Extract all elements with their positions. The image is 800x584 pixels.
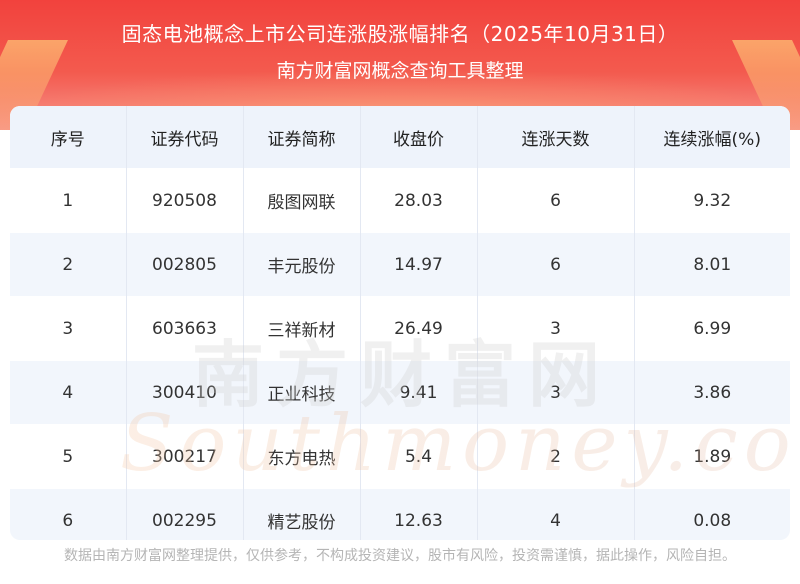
table-row: 6 002295 精艺股份 12.63 4 0.08 [10, 488, 790, 540]
column-header-close: 收盘价 [360, 106, 478, 169]
cell-close: 5.4 [360, 424, 478, 489]
cell-days: 2 [477, 424, 635, 489]
cell-name: 东方电热 [243, 424, 361, 489]
table-row: 2 002805 丰元股份 14.97 6 8.01 [10, 232, 790, 297]
cell-name: 殷图网联 [243, 168, 361, 233]
page: 固态电池概念上市公司连涨股涨幅排名（2025年10月31日） 南方财富网概念查询… [0, 0, 800, 584]
cell-code: 002295 [126, 488, 244, 540]
column-header-code: 证券代码 [126, 106, 244, 169]
cell-code: 002805 [126, 232, 244, 297]
page-title: 固态电池概念上市公司连涨股涨幅排名（2025年10月31日） [121, 22, 679, 46]
table-row: 3 603663 三祥新材 26.49 3 6.99 [10, 296, 790, 361]
cell-name: 精艺股份 [243, 488, 361, 540]
cell-gain: 8.01 [634, 232, 790, 297]
cell-close: 26.49 [360, 296, 478, 361]
column-header-rank: 序号 [10, 106, 127, 169]
column-header-days: 连涨天数 [477, 106, 635, 169]
cell-days: 4 [477, 488, 635, 540]
cell-name: 正业科技 [243, 360, 361, 425]
cell-code: 300217 [126, 424, 244, 489]
cell-close: 28.03 [360, 168, 478, 233]
cell-rank: 1 [10, 168, 127, 233]
ranking-table: 序号 证券代码 证券简称 收盘价 连涨天数 连续涨幅(%) 1 920508 殷… [10, 106, 790, 540]
cell-rank: 6 [10, 488, 127, 540]
column-header-name: 证券简称 [243, 106, 361, 169]
column-header-gain: 连续涨幅(%) [634, 106, 790, 169]
footer-disclaimer: 数据由南方财富网整理提供，仅供参考，不构成投资建议，股市有风险，投资需谨慎，据此… [64, 548, 736, 564]
cell-gain: 9.32 [634, 168, 790, 233]
cell-gain: 1.89 [634, 424, 790, 489]
page-subtitle: 南方财富网概念查询工具整理 [276, 60, 524, 82]
cell-code: 603663 [126, 296, 244, 361]
cell-name: 丰元股份 [243, 232, 361, 297]
table-row: 1 920508 殷图网联 28.03 6 9.32 [10, 168, 790, 233]
ranking-table-card: 序号 证券代码 证券简称 收盘价 连涨天数 连续涨幅(%) 1 920508 殷… [10, 106, 790, 540]
cell-code: 920508 [126, 168, 244, 233]
cell-close: 14.97 [360, 232, 478, 297]
cell-rank: 5 [10, 424, 127, 489]
cell-days: 3 [477, 296, 635, 361]
table-row: 4 300410 正业科技 9.41 3 3.86 [10, 360, 790, 425]
cell-close: 9.41 [360, 360, 478, 425]
cell-days: 3 [477, 360, 635, 425]
cell-rank: 4 [10, 360, 127, 425]
cell-gain: 0.08 [634, 488, 790, 540]
cell-gain: 6.99 [634, 296, 790, 361]
cell-name: 三祥新材 [243, 296, 361, 361]
cell-gain: 3.86 [634, 360, 790, 425]
cell-rank: 2 [10, 232, 127, 297]
cell-rank: 3 [10, 296, 127, 361]
cell-code: 300410 [126, 360, 244, 425]
cell-close: 12.63 [360, 488, 478, 540]
table-row: 5 300217 东方电热 5.4 2 1.89 [10, 424, 790, 489]
cell-days: 6 [477, 232, 635, 297]
table-header-row: 序号 证券代码 证券简称 收盘价 连涨天数 连续涨幅(%) [10, 106, 790, 169]
cell-days: 6 [477, 168, 635, 233]
